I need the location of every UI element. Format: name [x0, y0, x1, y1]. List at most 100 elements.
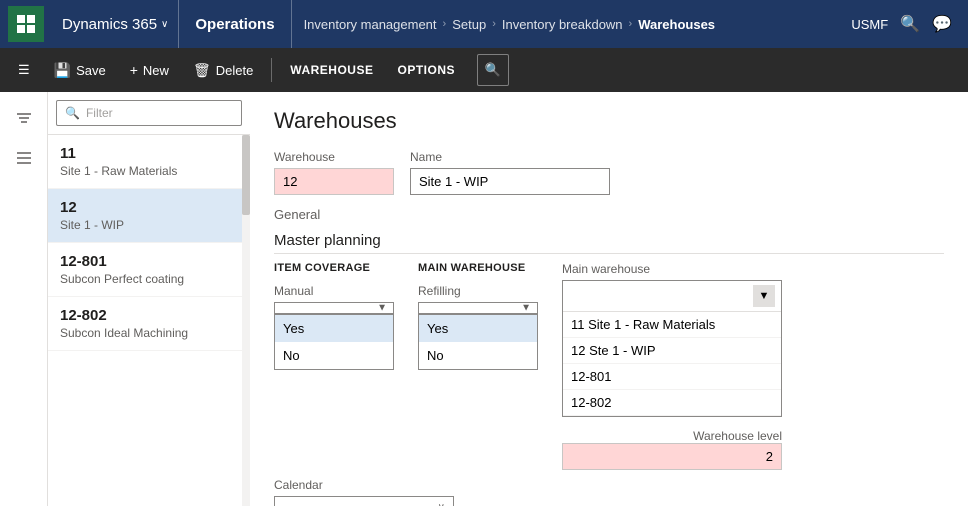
- list-item-11-id: 11: [60, 145, 238, 162]
- list-item-12-id: 12: [60, 199, 238, 216]
- content-area: Warehouses Warehouse Name General Master…: [250, 92, 968, 506]
- warehouse-field: Warehouse: [274, 150, 394, 195]
- hamburger-menu[interactable]: ☰: [8, 56, 40, 84]
- filter-placeholder: Filter: [86, 106, 113, 120]
- name-input[interactable]: [410, 168, 610, 195]
- operations-label: Operations: [195, 16, 274, 33]
- breadcrumb-chevron-1: ›: [443, 18, 447, 30]
- warehouse-level-input[interactable]: [562, 443, 782, 470]
- warehouse-name-row: Warehouse Name: [274, 150, 944, 195]
- item-coverage-col: ITEM COVERAGE Manual ▼ Yes No: [274, 262, 394, 370]
- manual-option-yes[interactable]: Yes: [275, 315, 393, 342]
- command-search[interactable]: 🔍: [477, 54, 509, 86]
- nav-right-actions: USMF 🔍 💬: [851, 14, 960, 34]
- refilling-dd-arrow-icon: ▼: [521, 303, 531, 314]
- list-item-11[interactable]: 11 Site 1 - Raw Materials: [48, 135, 250, 189]
- name-label: Name: [410, 150, 610, 164]
- wh-option-12[interactable]: 12 Ste 1 - WIP: [563, 338, 781, 364]
- wh-dropdown-btn[interactable]: ▼: [753, 285, 775, 307]
- new-button[interactable]: + New: [120, 56, 179, 84]
- wh-option-11[interactable]: 11 Site 1 - Raw Materials: [563, 312, 781, 338]
- breadcrumb: Inventory management › Setup › Inventory…: [292, 17, 852, 32]
- chat-icon[interactable]: 💬: [932, 14, 952, 34]
- scroll-track: [242, 135, 250, 506]
- calendar-input[interactable]: ∨: [274, 496, 454, 506]
- breadcrumb-chevron-2: ›: [492, 18, 496, 30]
- main-warehouse-col: MAIN WAREHOUSE Refilling ▼ Yes No: [418, 262, 538, 370]
- calendar-row: Calendar ∨: [274, 478, 944, 506]
- left-panel: 🔍 Filter 11 Site 1 - Raw Materials 12 Si…: [0, 92, 250, 506]
- brand-name[interactable]: Dynamics 365 ∨: [52, 0, 179, 48]
- breadcrumb-setup[interactable]: Setup: [452, 17, 486, 32]
- search-icon[interactable]: 🔍: [900, 14, 920, 34]
- warehouse-label: Warehouse: [274, 150, 394, 164]
- list-item-12-801[interactable]: 12-801 Subcon Perfect coating: [48, 243, 250, 297]
- new-icon: +: [130, 62, 138, 78]
- main-warehouse-select[interactable]: ▼ 11 Site 1 - Raw Materials 12 Ste 1 - W…: [562, 280, 782, 417]
- top-navigation: Dynamics 365 ∨ Operations Inventory mana…: [0, 0, 968, 48]
- manual-field: Manual ▼ Yes No: [274, 284, 394, 370]
- app-grid-icon[interactable]: [8, 6, 44, 42]
- delete-icon: 🗑: [193, 62, 211, 79]
- save-label: Save: [76, 63, 106, 78]
- refilling-dropdown-btn[interactable]: ▼: [418, 302, 538, 314]
- calendar-chevron-icon: ∨: [438, 502, 445, 506]
- hamburger-icon: ☰: [18, 62, 30, 78]
- list-item-12[interactable]: 12 Site 1 - WIP: [48, 189, 250, 243]
- main-layout: 🔍 Filter 11 Site 1 - Raw Materials 12 Si…: [0, 92, 968, 506]
- refilling-option-no[interactable]: No: [419, 342, 537, 369]
- warehouse-level-label: Warehouse level: [562, 429, 782, 443]
- icon-rail: [0, 92, 48, 506]
- filter-bar: 🔍 Filter: [48, 92, 250, 135]
- manual-dropdown-btn[interactable]: ▼: [274, 302, 394, 314]
- main-wh-options: 11 Site 1 - Raw Materials 12 Ste 1 - WIP…: [563, 312, 781, 416]
- dd-arrow-icon: ▼: [377, 303, 387, 314]
- warehouse-tab[interactable]: WAREHOUSE: [280, 57, 383, 83]
- options-tab[interactable]: OPTIONS: [387, 57, 465, 83]
- breadcrumb-inventory-mgmt[interactable]: Inventory management: [304, 17, 437, 32]
- scroll-thumb[interactable]: [242, 135, 250, 215]
- warehouse-tab-label: WAREHOUSE: [290, 63, 373, 77]
- filter-search-icon: 🔍: [65, 106, 80, 120]
- list-item-12-801-id: 12-801: [60, 253, 238, 270]
- cmd-divider: [271, 58, 272, 82]
- delete-label: Delete: [216, 63, 254, 78]
- manual-options-list: Yes No: [274, 314, 394, 370]
- list-item-11-name: Site 1 - Raw Materials: [60, 164, 238, 178]
- warehouse-input[interactable]: [274, 168, 394, 195]
- breadcrumb-inventory-breakdown[interactable]: Inventory breakdown: [502, 17, 623, 32]
- delete-button[interactable]: 🗑 Delete: [183, 56, 263, 85]
- main-wh-label: Main warehouse: [562, 262, 782, 276]
- refilling-field: Refilling ▼ Yes No: [418, 284, 538, 370]
- new-label: New: [143, 63, 169, 78]
- manual-dropdown[interactable]: ▼ Yes No: [274, 302, 394, 370]
- master-planning-title: Master planning: [274, 232, 944, 254]
- list-icon[interactable]: [10, 144, 38, 172]
- item-coverage-header: ITEM COVERAGE: [274, 262, 394, 274]
- main-warehouse-header: MAIN WAREHOUSE: [418, 262, 538, 274]
- breadcrumb-warehouses: Warehouses: [638, 17, 715, 32]
- options-tab-label: OPTIONS: [397, 63, 455, 77]
- wh-option-12-801[interactable]: 12-801: [563, 364, 781, 390]
- filter-icon[interactable]: [10, 104, 38, 132]
- general-label: General: [274, 207, 944, 222]
- refilling-dropdown[interactable]: ▼ Yes No: [418, 302, 538, 370]
- name-field: Name: [410, 150, 610, 195]
- list-panel: 🔍 Filter 11 Site 1 - Raw Materials 12 Si…: [48, 92, 250, 506]
- company-code: USMF: [851, 17, 888, 32]
- list-item-12-802-name: Subcon Ideal Machining: [60, 326, 238, 340]
- filter-input-wrapper[interactable]: 🔍 Filter: [56, 100, 242, 126]
- warehouse-list: 11 Site 1 - Raw Materials 12 Site 1 - WI…: [48, 135, 250, 506]
- list-item-12-802[interactable]: 12-802 Subcon Ideal Machining: [48, 297, 250, 351]
- refilling-option-yes[interactable]: Yes: [419, 315, 537, 342]
- manual-option-no[interactable]: No: [275, 342, 393, 369]
- wh-option-12-802[interactable]: 12-802: [563, 390, 781, 416]
- save-button[interactable]: 💾 Save: [44, 56, 116, 85]
- save-icon: 💾: [54, 62, 71, 79]
- refilling-options-list: Yes No: [418, 314, 538, 370]
- list-item-12-801-name: Subcon Perfect coating: [60, 272, 238, 286]
- nav-section-operations: Operations: [179, 0, 291, 48]
- command-bar: ☰ 💾 Save + New 🗑 Delete WAREHOUSE OPTION…: [0, 48, 968, 92]
- list-item-12-name: Site 1 - WIP: [60, 218, 238, 232]
- main-wh-select-header: ▼: [563, 281, 781, 312]
